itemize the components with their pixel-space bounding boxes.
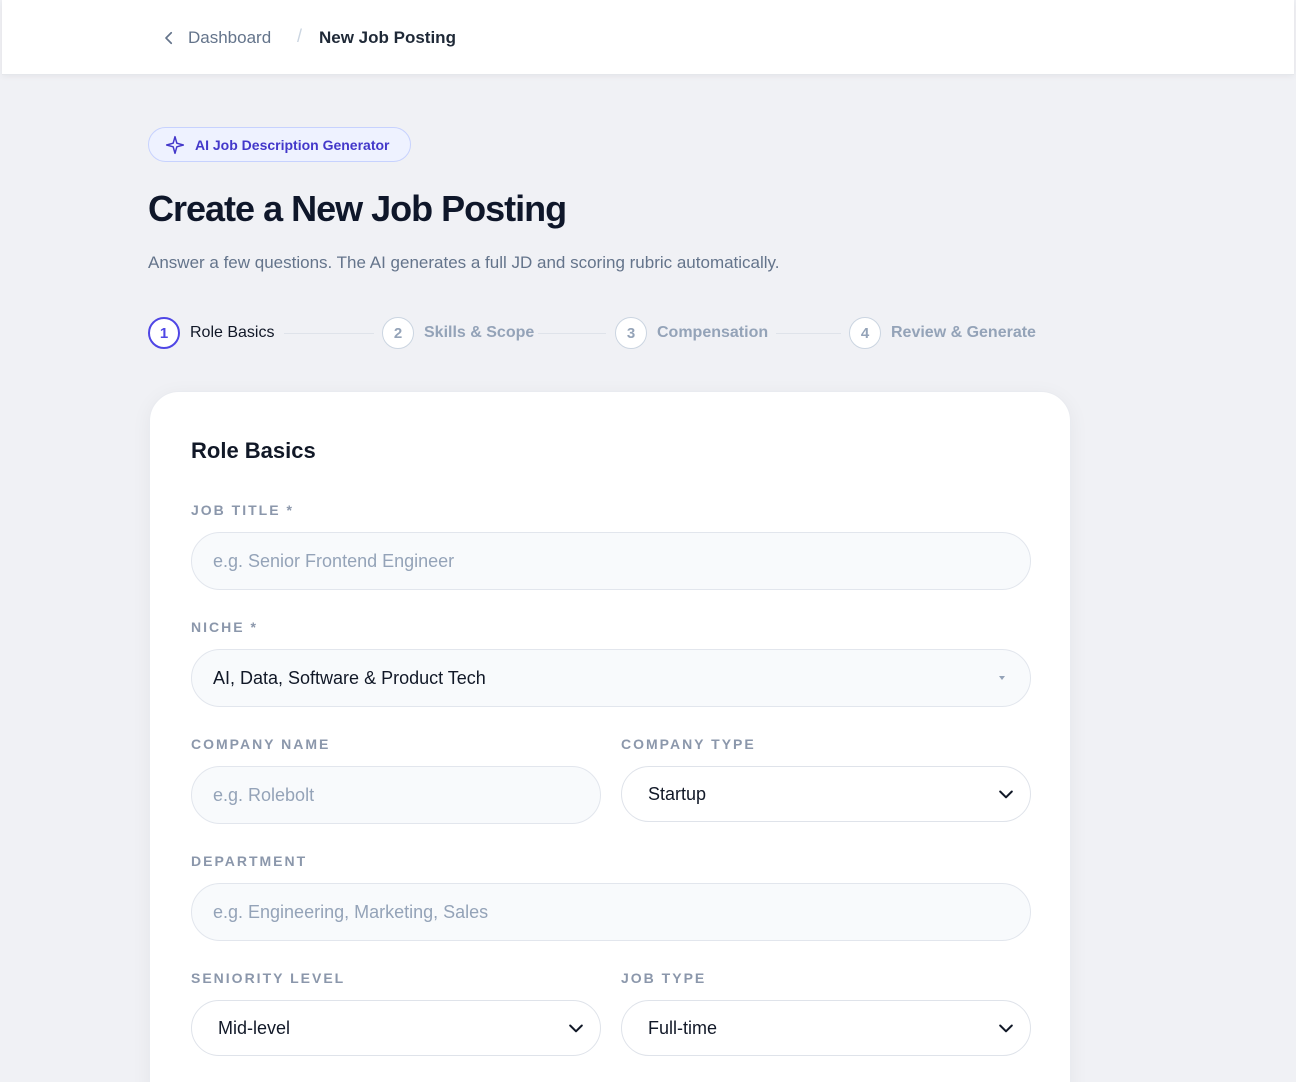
caret-down-icon [999, 676, 1005, 680]
chevron-down-icon [999, 790, 1013, 799]
ai-generator-badge: AI Job Description Generator [148, 127, 411, 162]
job-title-input[interactable]: e.g. Senior Frontend Engineer [191, 532, 1031, 590]
step-role-basics[interactable]: 1 Role Basics [148, 317, 274, 349]
step-progress: 1 Role Basics 2 Skills & Scope 3 Compens… [148, 317, 1048, 351]
department-label: DEPARTMENT [191, 853, 308, 869]
step-connector [776, 333, 841, 334]
job-type-select[interactable]: Full-time [621, 1000, 1031, 1056]
top-bar: Dashboard / New Job Posting [2, 0, 1294, 75]
step-label: Review & Generate [891, 324, 1036, 341]
step-label: Skills & Scope [424, 324, 535, 341]
step-skills-scope[interactable]: 2 Skills & Scope [382, 317, 534, 349]
job-type-value: Full-time [648, 1017, 718, 1038]
company-type-value: Startup [648, 783, 707, 804]
ai-badge-label: AI Job Description Generator [195, 136, 390, 153]
niche-label: NICHE * [191, 619, 258, 635]
step-connector [284, 333, 374, 334]
seniority-select[interactable]: Mid-level [191, 1000, 601, 1056]
step-label: Role Basics [190, 324, 275, 341]
department-input[interactable]: e.g. Engineering, Marketing, Sales [191, 883, 1031, 941]
seniority-label: SENIORITY LEVEL [191, 970, 346, 986]
page-subtitle: Answer a few questions. The AI generates… [148, 253, 780, 272]
niche-value: AI, Data, Software & Product Tech [213, 667, 486, 688]
chevron-down-icon [569, 1024, 583, 1033]
company-type-label: COMPANY TYPE [621, 736, 756, 752]
seniority-value: Mid-level [218, 1017, 291, 1038]
company-type-select[interactable]: Startup [621, 766, 1031, 822]
step-review-generate[interactable]: 4 Review & Generate [849, 317, 1036, 349]
card-title: Role Basics [191, 438, 316, 463]
role-basics-card: Role Basics JOB TITLE * e.g. Senior Fron… [149, 391, 1071, 1082]
step-number: 4 [849, 317, 881, 349]
step-compensation[interactable]: 3 Compensation [615, 317, 768, 349]
job-type-label: JOB TYPE [621, 970, 707, 986]
chevron-down-icon [999, 1024, 1013, 1033]
company-name-label: COMPANY NAME [191, 736, 331, 752]
job-title-label: JOB TITLE * [191, 502, 294, 518]
company-name-input[interactable]: e.g. Rolebolt [191, 766, 601, 824]
breadcrumb-current: New Job Posting [319, 28, 456, 47]
step-number: 2 [382, 317, 414, 349]
step-label: Compensation [657, 324, 769, 341]
chevron-left-icon [165, 31, 173, 45]
niche-select[interactable]: AI, Data, Software & Product Tech [191, 649, 1031, 707]
breadcrumb-dashboard[interactable]: Dashboard [188, 28, 271, 48]
breadcrumb-separator: / [297, 26, 303, 46]
sparkle-icon [165, 135, 185, 154]
step-number: 3 [615, 317, 647, 349]
page-title: Create a New Job Posting [148, 188, 567, 229]
step-number: 1 [148, 317, 180, 349]
breadcrumb-back-link[interactable]: Dashboard [160, 26, 271, 50]
step-connector [538, 333, 606, 334]
